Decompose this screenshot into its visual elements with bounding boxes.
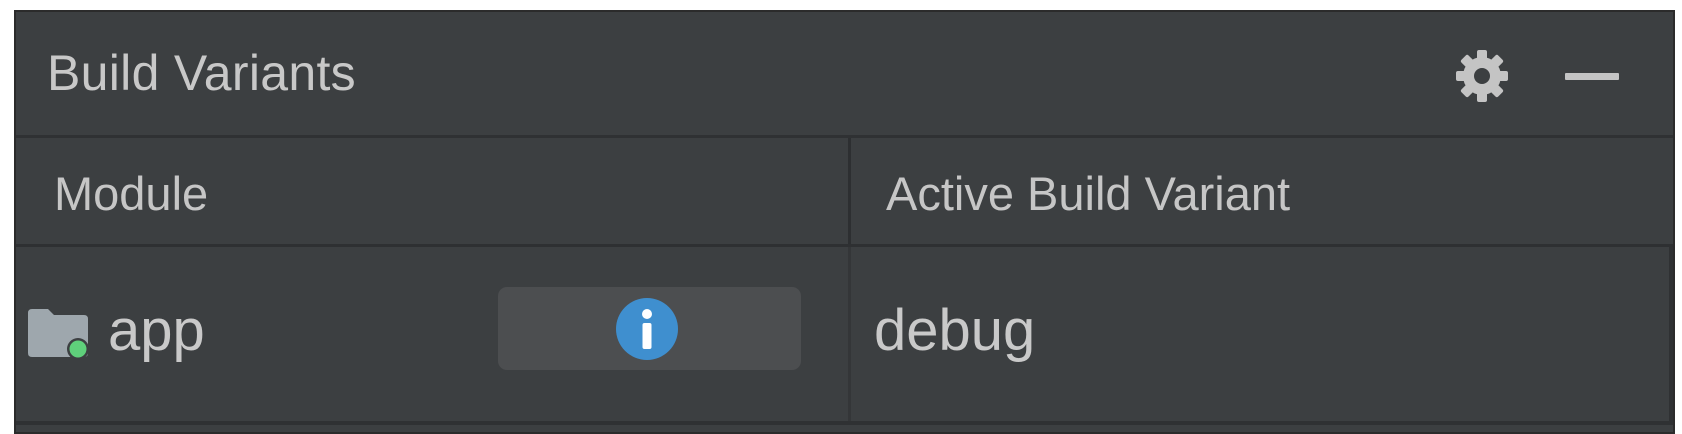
column-divider[interactable] (848, 138, 851, 244)
table-row[interactable]: app debug (16, 247, 1673, 425)
module-info-button[interactable] (498, 287, 801, 370)
gear-icon[interactable] (1452, 46, 1512, 106)
android-module-folder-icon (26, 305, 92, 361)
column-header-module[interactable]: Module (54, 166, 208, 221)
panel-title: Build Variants (47, 45, 356, 101)
active-build-variant-cell[interactable]: debug (874, 297, 1035, 364)
panel-edge (1669, 247, 1673, 425)
panel-titlebar: Build Variants (16, 12, 1673, 138)
row-separator (16, 421, 1673, 425)
module-name: app (108, 298, 205, 363)
minimize-icon[interactable] (1561, 54, 1621, 98)
table-header: Module Active Build Variant (16, 138, 1673, 247)
build-variants-panel: Build Variants Module Active Build Varia… (14, 10, 1675, 434)
column-header-active-build-variant[interactable]: Active Build Variant (886, 166, 1290, 221)
info-icon (614, 296, 680, 362)
column-divider (848, 247, 851, 425)
